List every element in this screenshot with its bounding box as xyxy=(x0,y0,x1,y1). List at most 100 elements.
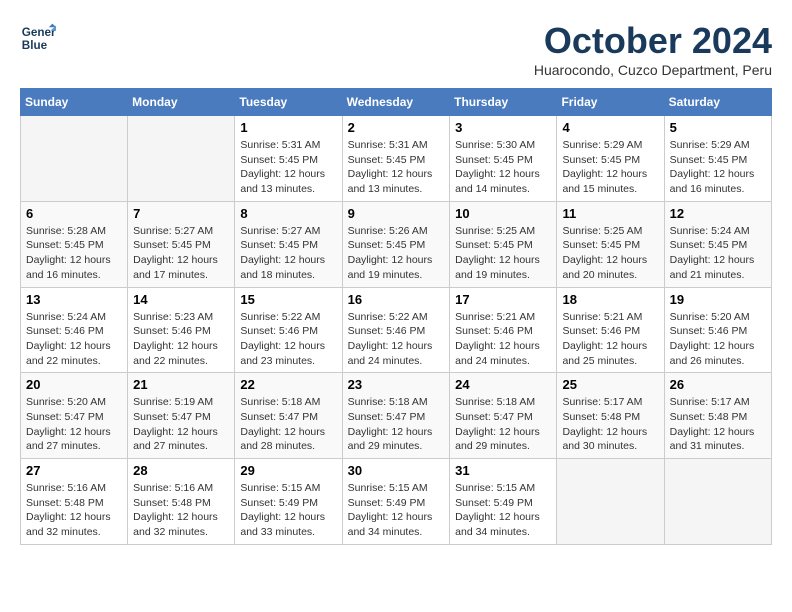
day-number: 14 xyxy=(133,292,229,307)
day-number: 20 xyxy=(26,377,122,392)
day-number: 15 xyxy=(240,292,336,307)
col-header-thursday: Thursday xyxy=(450,89,557,116)
logo-icon: General Blue xyxy=(20,20,56,56)
day-info: Sunrise: 5:25 AMSunset: 5:45 PMDaylight:… xyxy=(562,224,658,283)
calendar-cell: 1 Sunrise: 5:31 AMSunset: 5:45 PMDaylight… xyxy=(235,116,342,202)
calendar-cell xyxy=(128,116,235,202)
day-number: 13 xyxy=(26,292,122,307)
day-number: 7 xyxy=(133,206,229,221)
day-number: 10 xyxy=(455,206,551,221)
day-info: Sunrise: 5:15 AMSunset: 5:49 PMDaylight:… xyxy=(348,481,445,540)
day-info: Sunrise: 5:15 AMSunset: 5:49 PMDaylight:… xyxy=(240,481,336,540)
calendar-cell: 25 Sunrise: 5:17 AMSunset: 5:48 PMDayligh… xyxy=(557,373,664,459)
calendar-header: SundayMondayTuesdayWednesdayThursdayFrid… xyxy=(21,89,772,116)
day-number: 5 xyxy=(670,120,766,135)
day-number: 17 xyxy=(455,292,551,307)
calendar-week-3: 13Sunrise: 5:24 AMSunset: 5:46 PMDayligh… xyxy=(21,287,772,373)
day-number: 25 xyxy=(562,377,658,392)
day-info: Sunrise: 5:31 AMSunset: 5:45 PMDaylight:… xyxy=(240,138,336,197)
calendar-cell: 31 Sunrise: 5:15 AMSunset: 5:49 PMDayligh… xyxy=(450,459,557,545)
calendar-cell: 4 Sunrise: 5:29 AMSunset: 5:45 PMDaylight… xyxy=(557,116,664,202)
day-info: Sunrise: 5:20 AMSunset: 5:47 PMDaylight:… xyxy=(26,395,122,454)
calendar-cell: 14 Sunrise: 5:23 AMSunset: 5:46 PMDayligh… xyxy=(128,287,235,373)
calendar-cell: 11 Sunrise: 5:25 AMSunset: 5:45 PMDayligh… xyxy=(557,201,664,287)
day-info: Sunrise: 5:17 AMSunset: 5:48 PMDaylight:… xyxy=(562,395,658,454)
calendar-cell: 3 Sunrise: 5:30 AMSunset: 5:45 PMDaylight… xyxy=(450,116,557,202)
title-block: October 2024 Huarocondo, Cuzco Departmen… xyxy=(534,20,772,78)
day-number: 3 xyxy=(455,120,551,135)
day-info: Sunrise: 5:29 AMSunset: 5:45 PMDaylight:… xyxy=(562,138,658,197)
calendar-cell xyxy=(557,459,664,545)
col-header-monday: Monday xyxy=(128,89,235,116)
calendar-cell xyxy=(664,459,771,545)
calendar-cell: 16Sunrise: 5:22 AMSunset: 5:46 PMDayligh… xyxy=(342,287,450,373)
col-header-wednesday: Wednesday xyxy=(342,89,450,116)
day-number: 27 xyxy=(26,463,122,478)
col-header-sunday: Sunday xyxy=(21,89,128,116)
day-info: Sunrise: 5:16 AMSunset: 5:48 PMDaylight:… xyxy=(133,481,229,540)
calendar-week-4: 20 Sunrise: 5:20 AMSunset: 5:47 PMDayligh… xyxy=(21,373,772,459)
col-header-tuesday: Tuesday xyxy=(235,89,342,116)
day-info: Sunrise: 5:18 AMSunset: 5:47 PMDaylight:… xyxy=(455,395,551,454)
day-info: Sunrise: 5:24 AMSunset: 5:45 PMDaylight:… xyxy=(670,224,766,283)
day-info: Sunrise: 5:22 AMSunset: 5:46 PMDaylight:… xyxy=(240,310,336,369)
calendar-cell: 22Sunrise: 5:18 AMSunset: 5:47 PMDayligh… xyxy=(235,373,342,459)
day-number: 21 xyxy=(133,377,229,392)
day-info: Sunrise: 5:20 AMSunset: 5:46 PMDaylight:… xyxy=(670,310,766,369)
day-info: Sunrise: 5:25 AMSunset: 5:45 PMDaylight:… xyxy=(455,224,551,283)
calendar-cell: 15 Sunrise: 5:22 AMSunset: 5:46 PMDayligh… xyxy=(235,287,342,373)
day-info: Sunrise: 5:30 AMSunset: 5:45 PMDaylight:… xyxy=(455,138,551,197)
day-info: Sunrise: 5:23 AMSunset: 5:46 PMDaylight:… xyxy=(133,310,229,369)
day-number: 1 xyxy=(240,120,336,135)
calendar-cell: 23Sunrise: 5:18 AMSunset: 5:47 PMDayligh… xyxy=(342,373,450,459)
month-title: October 2024 xyxy=(534,20,772,62)
calendar-cell: 7 Sunrise: 5:27 AMSunset: 5:45 PMDaylight… xyxy=(128,201,235,287)
day-number: 30 xyxy=(348,463,445,478)
calendar-week-2: 6 Sunrise: 5:28 AMSunset: 5:45 PMDaylight… xyxy=(21,201,772,287)
calendar-cell: 12 Sunrise: 5:24 AMSunset: 5:45 PMDayligh… xyxy=(664,201,771,287)
day-info: Sunrise: 5:27 AMSunset: 5:45 PMDaylight:… xyxy=(133,224,229,283)
calendar-cell: 8 Sunrise: 5:27 AMSunset: 5:45 PMDaylight… xyxy=(235,201,342,287)
day-number: 18 xyxy=(562,292,658,307)
day-number: 22 xyxy=(240,377,336,392)
col-header-saturday: Saturday xyxy=(664,89,771,116)
day-info: Sunrise: 5:16 AMSunset: 5:48 PMDaylight:… xyxy=(26,481,122,540)
day-info: Sunrise: 5:21 AMSunset: 5:46 PMDaylight:… xyxy=(455,310,551,369)
calendar-cell: 18Sunrise: 5:21 AMSunset: 5:46 PMDayligh… xyxy=(557,287,664,373)
calendar-cell: 20 Sunrise: 5:20 AMSunset: 5:47 PMDayligh… xyxy=(21,373,128,459)
calendar-cell: 17 Sunrise: 5:21 AMSunset: 5:46 PMDayligh… xyxy=(450,287,557,373)
day-info: Sunrise: 5:26 AMSunset: 5:45 PMDaylight:… xyxy=(348,224,445,283)
calendar-week-1: 1 Sunrise: 5:31 AMSunset: 5:45 PMDaylight… xyxy=(21,116,772,202)
svg-text:Blue: Blue xyxy=(22,39,48,52)
day-number: 6 xyxy=(26,206,122,221)
calendar-week-5: 27 Sunrise: 5:16 AMSunset: 5:48 PMDayligh… xyxy=(21,459,772,545)
day-number: 19 xyxy=(670,292,766,307)
calendar-cell: 28 Sunrise: 5:16 AMSunset: 5:48 PMDayligh… xyxy=(128,459,235,545)
day-number: 12 xyxy=(670,206,766,221)
day-info: Sunrise: 5:31 AMSunset: 5:45 PMDaylight:… xyxy=(348,138,445,197)
day-number: 8 xyxy=(240,206,336,221)
day-number: 2 xyxy=(348,120,445,135)
page-header: General Blue October 2024 Huarocondo, Cu… xyxy=(20,20,772,78)
day-info: Sunrise: 5:17 AMSunset: 5:48 PMDaylight:… xyxy=(670,395,766,454)
calendar-cell: 24 Sunrise: 5:18 AMSunset: 5:47 PMDayligh… xyxy=(450,373,557,459)
calendar-table: SundayMondayTuesdayWednesdayThursdayFrid… xyxy=(20,88,772,545)
calendar-cell: 29Sunrise: 5:15 AMSunset: 5:49 PMDayligh… xyxy=(235,459,342,545)
day-info: Sunrise: 5:19 AMSunset: 5:47 PMDaylight:… xyxy=(133,395,229,454)
day-number: 31 xyxy=(455,463,551,478)
day-number: 11 xyxy=(562,206,658,221)
calendar-cell: 2 Sunrise: 5:31 AMSunset: 5:45 PMDaylight… xyxy=(342,116,450,202)
day-info: Sunrise: 5:28 AMSunset: 5:45 PMDaylight:… xyxy=(26,224,122,283)
day-number: 24 xyxy=(455,377,551,392)
calendar-cell: 30 Sunrise: 5:15 AMSunset: 5:49 PMDayligh… xyxy=(342,459,450,545)
day-number: 28 xyxy=(133,463,229,478)
day-info: Sunrise: 5:18 AMSunset: 5:47 PMDaylight:… xyxy=(348,395,445,454)
calendar-cell: 19 Sunrise: 5:20 AMSunset: 5:46 PMDayligh… xyxy=(664,287,771,373)
day-number: 4 xyxy=(562,120,658,135)
calendar-cell: 27 Sunrise: 5:16 AMSunset: 5:48 PMDayligh… xyxy=(21,459,128,545)
calendar-cell: 6 Sunrise: 5:28 AMSunset: 5:45 PMDaylight… xyxy=(21,201,128,287)
calendar-cell: 5Sunrise: 5:29 AMSunset: 5:45 PMDaylight… xyxy=(664,116,771,202)
calendar-cell xyxy=(21,116,128,202)
day-info: Sunrise: 5:27 AMSunset: 5:45 PMDaylight:… xyxy=(240,224,336,283)
day-info: Sunrise: 5:15 AMSunset: 5:49 PMDaylight:… xyxy=(455,481,551,540)
